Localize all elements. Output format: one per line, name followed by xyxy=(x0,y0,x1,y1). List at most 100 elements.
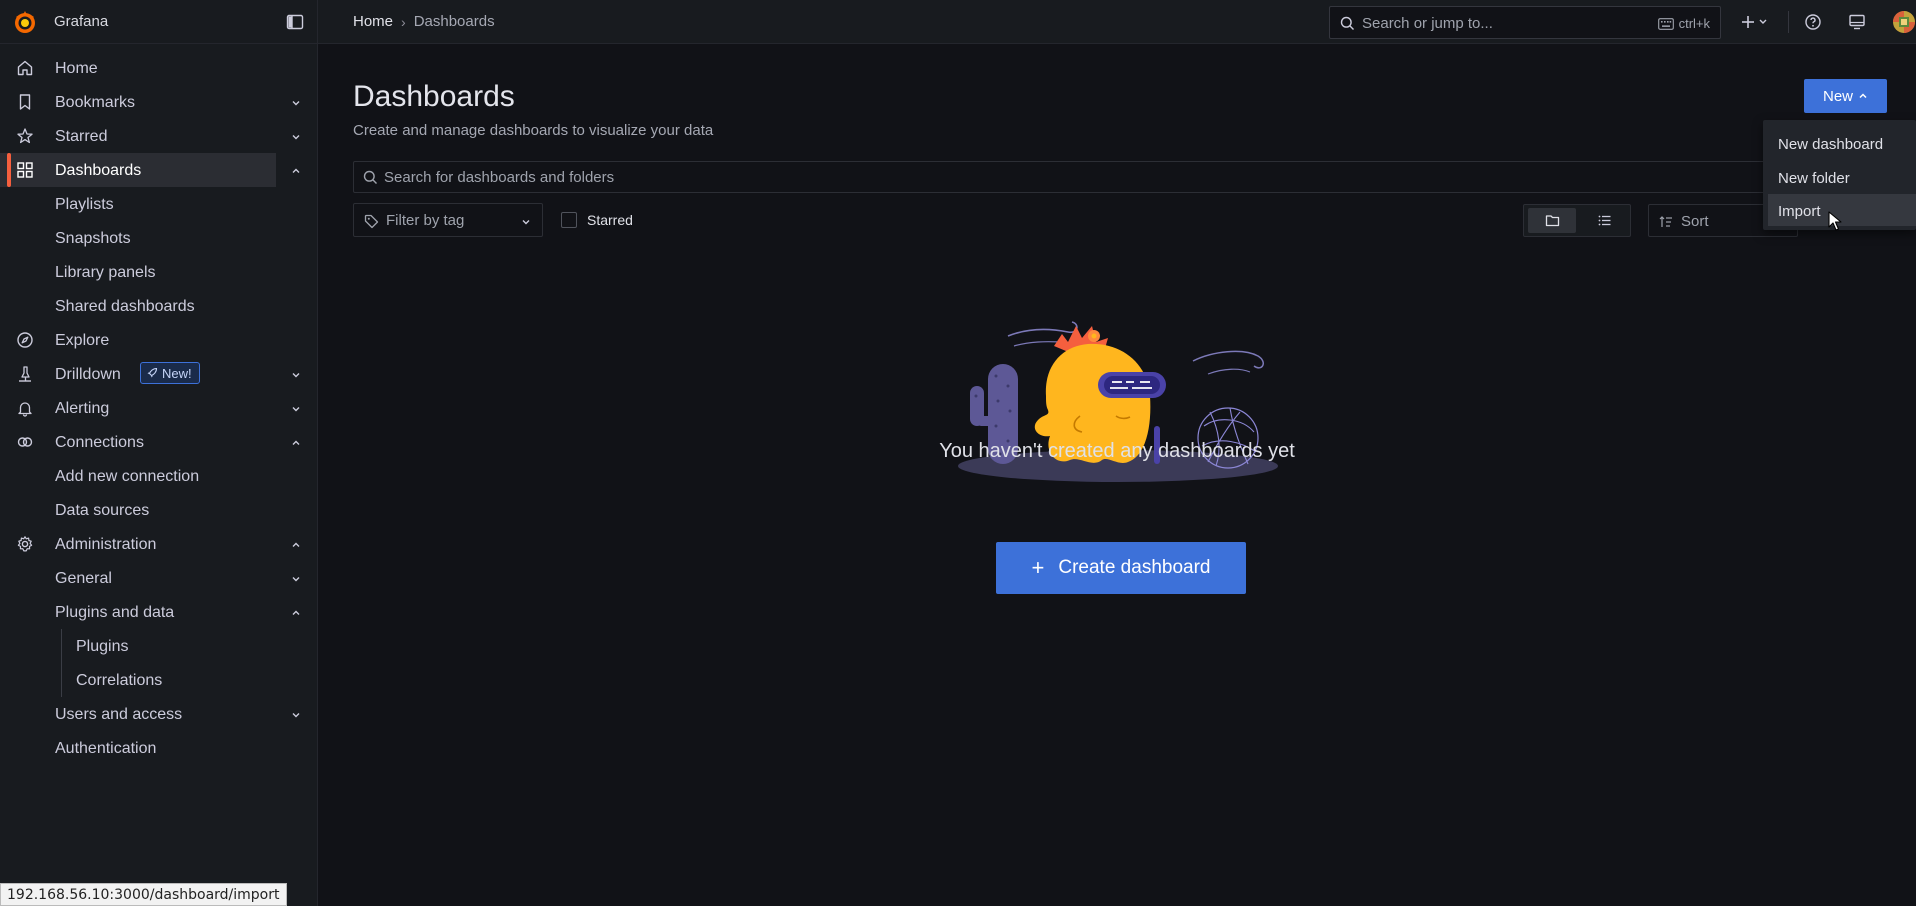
sidebar-item-playlists[interactable]: Playlists xyxy=(0,187,317,221)
main-content: Dashboards Create and manage dashboards … xyxy=(318,44,1916,906)
chevron-up-icon[interactable] xyxy=(290,437,302,449)
help-icon[interactable] xyxy=(1804,13,1822,31)
sidebar-item-starred[interactable]: Starred xyxy=(0,119,317,153)
sidebar-item-label: Library panels xyxy=(55,264,156,281)
new-badge-label: New! xyxy=(162,365,192,381)
new-button[interactable]: New xyxy=(1804,79,1887,113)
sidebar-item-label: Snapshots xyxy=(55,230,131,247)
dock-menu-icon[interactable] xyxy=(286,13,304,31)
chevron-up-icon[interactable] xyxy=(290,165,302,177)
breadcrumb-dashboards[interactable]: Dashboards xyxy=(414,13,495,30)
sidebar-item-correlations[interactable]: Correlations xyxy=(0,663,317,697)
dashboard-search-input[interactable]: Search for dashboards and folders xyxy=(353,161,1833,193)
search-icon xyxy=(1340,16,1354,30)
sidebar-item-snapshots[interactable]: Snapshots xyxy=(0,221,317,255)
sidebar-nav: Home Bookmarks Starred Dashboards Playli… xyxy=(0,44,317,765)
user-avatar[interactable] xyxy=(1893,11,1915,33)
drilldown-icon xyxy=(19,366,31,382)
link-icon xyxy=(17,437,33,447)
sidebar-item-shared-dashboards[interactable]: Shared dashboards xyxy=(0,289,317,323)
tag-filter-select[interactable]: Filter by tag xyxy=(353,203,543,237)
sidebar-item-label: Drilldown xyxy=(55,366,121,383)
sidebar-item-label: Administration xyxy=(55,536,157,553)
plus-icon: + xyxy=(1031,555,1045,580)
sidebar-item-plugins[interactable]: Plugins xyxy=(0,629,317,663)
add-menu-icon[interactable] xyxy=(1741,13,1771,31)
new-badge: New! xyxy=(140,362,200,384)
app-name: Grafana xyxy=(54,13,109,30)
apps-grid-icon xyxy=(17,162,33,178)
chevron-up-icon[interactable] xyxy=(290,539,302,551)
sidebar-item-label: Home xyxy=(55,60,98,77)
folder-view-button[interactable] xyxy=(1528,208,1576,233)
sidebar: Grafana Home Bookmarks Starred Dashboard… xyxy=(0,0,318,906)
breadcrumb-home[interactable]: Home xyxy=(353,13,393,30)
sidebar-item-dashboards[interactable]: Dashboards xyxy=(0,153,300,187)
news-icon[interactable] xyxy=(1848,13,1866,31)
chevron-down-icon[interactable] xyxy=(290,131,302,143)
bookmark-icon xyxy=(19,94,31,110)
sidebar-item-label: Dashboards xyxy=(55,162,142,179)
chevron-up-icon xyxy=(1859,93,1867,99)
chevron-down-icon[interactable] xyxy=(290,573,302,585)
list-view-button[interactable] xyxy=(1580,208,1628,233)
bell-icon xyxy=(18,402,32,417)
sidebar-item-library-panels[interactable]: Library panels xyxy=(0,255,317,289)
chevron-down-icon[interactable] xyxy=(290,403,302,415)
menu-item-import[interactable]: Import xyxy=(1768,194,1916,226)
menu-item-new-folder[interactable]: New folder xyxy=(1768,161,1916,193)
sidebar-item-label: Playlists xyxy=(55,196,114,213)
sidebar-item-label: Shared dashboards xyxy=(55,298,195,315)
create-dashboard-button-label: Create dashboard xyxy=(1058,557,1211,578)
star-icon xyxy=(17,128,33,144)
sort-label: Sort xyxy=(1681,213,1709,230)
avatar-image xyxy=(1893,11,1915,33)
empty-state-mascot-illustration xyxy=(958,321,1278,482)
starred-checkbox[interactable] xyxy=(561,212,577,228)
starred-filter[interactable]: Starred xyxy=(561,212,633,228)
global-search-placeholder: Search or jump to... xyxy=(1362,15,1493,32)
gear-icon xyxy=(17,536,33,552)
sidebar-item-bookmarks[interactable]: Bookmarks xyxy=(0,85,317,119)
folder-icon xyxy=(1545,215,1560,227)
sidebar-item-connections[interactable]: Connections xyxy=(0,425,317,459)
chevron-down-icon[interactable] xyxy=(290,97,302,109)
chevron-down-icon[interactable] xyxy=(290,369,302,381)
breadcrumb-separator: › xyxy=(401,13,406,30)
chevron-up-icon[interactable] xyxy=(290,607,302,619)
rocket-icon xyxy=(147,367,158,378)
sidebar-item-explore[interactable]: Explore xyxy=(0,323,317,357)
sidebar-item-add-new-connection[interactable]: Add new connection xyxy=(0,459,317,493)
breadcrumb: Home › Dashboards xyxy=(353,13,495,30)
dashboard-search-placeholder: Search for dashboards and folders xyxy=(384,169,615,186)
menu-item-new-dashboard[interactable]: New dashboard xyxy=(1768,127,1916,159)
sidebar-item-data-sources[interactable]: Data sources xyxy=(0,493,317,527)
sidebar-item-general[interactable]: General xyxy=(0,561,317,595)
sidebar-item-users-and-access[interactable]: Users and access xyxy=(0,697,317,731)
sidebar-item-home[interactable]: Home xyxy=(0,51,317,85)
sidebar-item-drilldown[interactable]: Drilldown New! xyxy=(0,357,317,391)
sidebar-item-label: Starred xyxy=(55,128,108,145)
sidebar-item-label: Plugins xyxy=(76,638,129,655)
chevron-down-icon[interactable] xyxy=(290,709,302,721)
sidebar-item-label: Bookmarks xyxy=(55,94,136,111)
tag-filter-placeholder: Filter by tag xyxy=(386,212,465,229)
global-search-input[interactable]: Search or jump to... ctrl+k xyxy=(1329,6,1721,39)
sort-icon xyxy=(1659,216,1672,227)
sidebar-item-label: Users and access xyxy=(55,706,183,723)
page-title: Dashboards xyxy=(353,80,515,113)
grafana-logo-icon[interactable] xyxy=(12,9,38,35)
page-subtitle: Create and manage dashboards to visualiz… xyxy=(353,122,714,139)
sidebar-item-authentication[interactable]: Authentication xyxy=(0,731,317,765)
sidebar-item-plugins-and-data[interactable]: Plugins and data xyxy=(0,595,317,629)
create-dashboard-button[interactable]: + Create dashboard xyxy=(996,542,1246,594)
view-toggle xyxy=(1523,204,1631,237)
nested-nav-guide xyxy=(61,629,62,697)
sidebar-item-label: Connections xyxy=(55,434,144,451)
list-icon xyxy=(1598,215,1611,226)
sidebar-item-administration[interactable]: Administration xyxy=(0,527,317,561)
search-shortcut: ctrl+k xyxy=(1657,16,1710,31)
sidebar-item-alerting[interactable]: Alerting xyxy=(0,391,317,425)
keyboard-icon xyxy=(1657,17,1674,30)
starred-checkbox-label: Starred xyxy=(587,212,633,228)
